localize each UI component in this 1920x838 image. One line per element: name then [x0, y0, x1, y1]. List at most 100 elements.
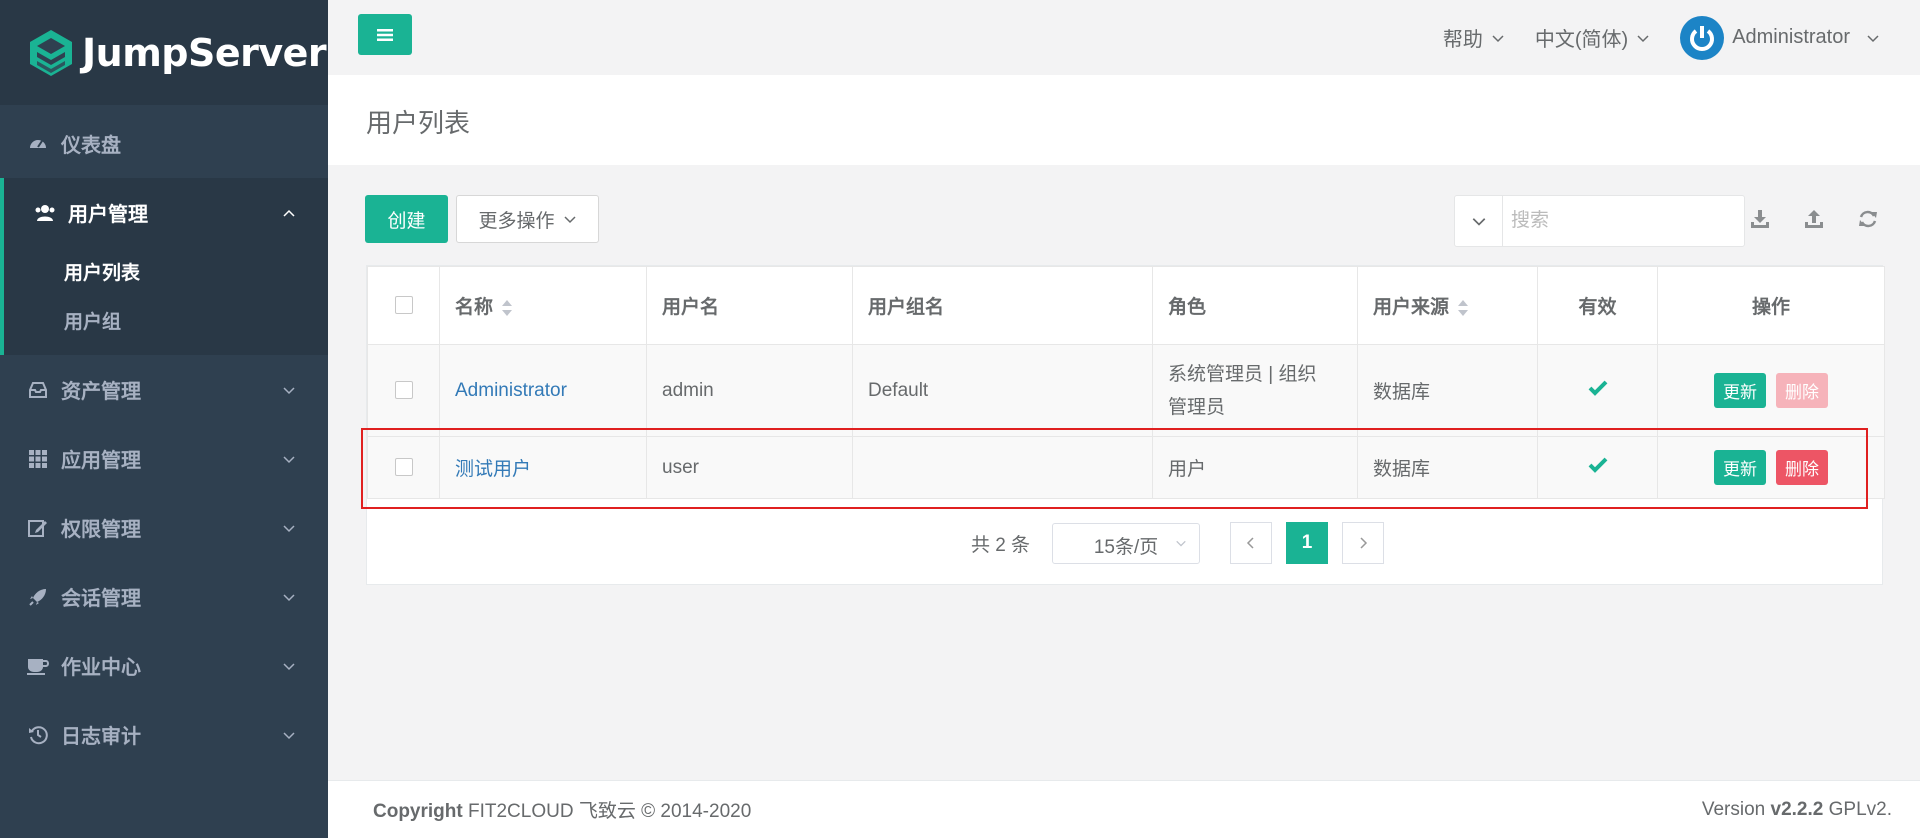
next-page-button[interactable] [1342, 522, 1385, 564]
grid-icon [27, 448, 49, 470]
update-button[interactable]: 更新 [1714, 450, 1766, 485]
prev-page-button[interactable] [1230, 522, 1273, 564]
cell-role: 系统管理员 | 组织 管理员 [1152, 344, 1358, 437]
chevron-down-icon [283, 662, 295, 670]
column-header-name[interactable]: 名称 [439, 266, 647, 345]
page-number-button[interactable]: 1 [1286, 522, 1329, 564]
user-name-link[interactable]: 测试用户 [455, 459, 531, 480]
cell-source: 数据库 [1357, 344, 1538, 437]
sidebar-item-sessions[interactable]: 会话管理 [0, 562, 328, 631]
user-dropdown[interactable]: Administrator [1680, 15, 1880, 60]
sidebar-item-applications[interactable]: 应用管理 [0, 424, 328, 493]
chevron-right-icon [1360, 537, 1368, 549]
power-icon [1690, 25, 1715, 51]
total-count: 共 2 条 [970, 534, 1031, 556]
sidebar-group-user-management: 用户管理 用户列表 用户组 [0, 178, 328, 355]
topbar: 帮助 中文(简体) Administrator [328, 0, 1920, 75]
cell-username: admin [646, 344, 853, 437]
cell-username: user [646, 436, 853, 499]
page-size-select[interactable]: 15条/页 [1052, 522, 1201, 564]
coffee-icon [27, 655, 49, 677]
row-checkbox[interactable] [394, 381, 413, 400]
select-all-checkbox[interactable] [394, 296, 413, 315]
column-header-source[interactable]: 用户来源 [1357, 266, 1538, 345]
check-icon [1588, 380, 1607, 396]
more-actions-dropdown[interactable]: 更多操作 [456, 195, 599, 243]
chevron-down-icon [1637, 34, 1649, 42]
column-header-username: 用户名 [646, 266, 853, 345]
copyright: Copyright FIT2CLOUD 飞致云 © 2014-2020 [373, 801, 752, 822]
table-row: Administrator admin Default 系统管理员 | 组织 管理… [367, 344, 1885, 437]
delete-button[interactable]: 删除 [1776, 373, 1828, 408]
history-icon [27, 724, 49, 746]
delete-button[interactable]: 删除 [1776, 450, 1828, 485]
column-header-active: 有效 [1537, 266, 1658, 345]
cell-group: Default [852, 344, 1153, 437]
sidebar-item-audit-logs[interactable]: 日志审计 [0, 700, 328, 769]
chevron-down-icon [1472, 218, 1485, 226]
row-checkbox[interactable] [394, 458, 413, 477]
language-dropdown[interactable]: 中文(简体) [1535, 23, 1650, 52]
help-label: 帮助 [1442, 29, 1483, 51]
sidebar-subitem-user-list[interactable]: 用户列表 [4, 247, 328, 296]
version-info: Version v2.2.2 GPLv2. [1701, 798, 1892, 820]
upload-icon[interactable] [1802, 207, 1826, 231]
menu-toggle-button[interactable] [358, 14, 412, 55]
download-icon[interactable] [1748, 207, 1772, 231]
sidebar-item-user-management[interactable]: 用户管理 [4, 178, 328, 247]
brand-name: JumpServer [82, 30, 327, 75]
sidebar-item-assets[interactable]: 资产管理 [0, 355, 328, 424]
hamburger-icon [377, 28, 393, 41]
page-heading: 用户列表 [328, 75, 1920, 165]
sidebar-item-label: 会话管理 [61, 588, 141, 610]
jumpserver-logo-icon [30, 29, 72, 76]
logo[interactable]: JumpServer [0, 0, 328, 105]
chevron-up-icon [283, 209, 295, 217]
cell-source: 数据库 [1357, 436, 1538, 499]
refresh-icon[interactable] [1856, 207, 1880, 231]
sidebar-item-label: 权限管理 [61, 519, 141, 541]
chevron-down-icon [283, 386, 295, 394]
user-name-link[interactable]: Administrator [455, 380, 567, 401]
topbar-right: 帮助 中文(简体) Administrator [1443, 0, 1880, 75]
pagination: 共 2 条 15条/页 1 [366, 508, 1883, 578]
cell-role: 用户 [1152, 436, 1358, 499]
sort-icon [1458, 299, 1469, 316]
sidebar-subitem-user-group[interactable]: 用户组 [4, 296, 328, 345]
sidebar-item-label: 仪表盘 [61, 135, 121, 157]
avatar [1680, 15, 1725, 60]
chevron-down-icon [1867, 34, 1879, 42]
chevron-down-icon [283, 593, 295, 601]
column-header-group: 用户组名 [852, 266, 1153, 345]
dashboard-icon [27, 133, 49, 155]
column-header-actions: 操作 [1657, 266, 1885, 345]
search-box [1454, 195, 1745, 247]
edit-icon [27, 517, 49, 539]
tool-icons [1748, 207, 1880, 231]
help-dropdown[interactable]: 帮助 [1443, 23, 1505, 52]
sort-icon [502, 299, 513, 316]
update-button[interactable]: 更新 [1714, 373, 1766, 408]
column-header-role: 角色 [1152, 266, 1358, 345]
footer: Copyright FIT2CLOUD 飞致云 © 2014-2020 Vers… [328, 780, 1920, 838]
search-input[interactable] [1503, 196, 1733, 246]
cell-group [852, 436, 1153, 499]
language-label: 中文(简体) [1534, 29, 1629, 51]
more-actions-label: 更多操作 [478, 210, 555, 232]
chevron-down-icon [283, 524, 295, 532]
sidebar-item-label: 日志审计 [61, 726, 141, 748]
sidebar-item-label: 用户管理 [68, 204, 148, 226]
chevron-left-icon [1247, 537, 1254, 549]
chevron-down-icon [283, 731, 295, 739]
sidebar-item-permissions[interactable]: 权限管理 [0, 493, 328, 562]
create-button[interactable]: 创建 [365, 195, 448, 243]
username-label: Administrator [1732, 26, 1850, 48]
sidebar-item-jobs[interactable]: 作业中心 [0, 631, 328, 700]
table-toolbar: 创建 更多操作 [365, 195, 1880, 247]
chevron-down-icon [1492, 34, 1504, 42]
search-field-dropdown[interactable] [1455, 196, 1503, 246]
sidebar-item-dashboard[interactable]: 仪表盘 [0, 109, 328, 178]
check-icon [1588, 457, 1607, 473]
rocket-icon [27, 586, 49, 608]
sidebar-item-label: 作业中心 [61, 657, 141, 679]
